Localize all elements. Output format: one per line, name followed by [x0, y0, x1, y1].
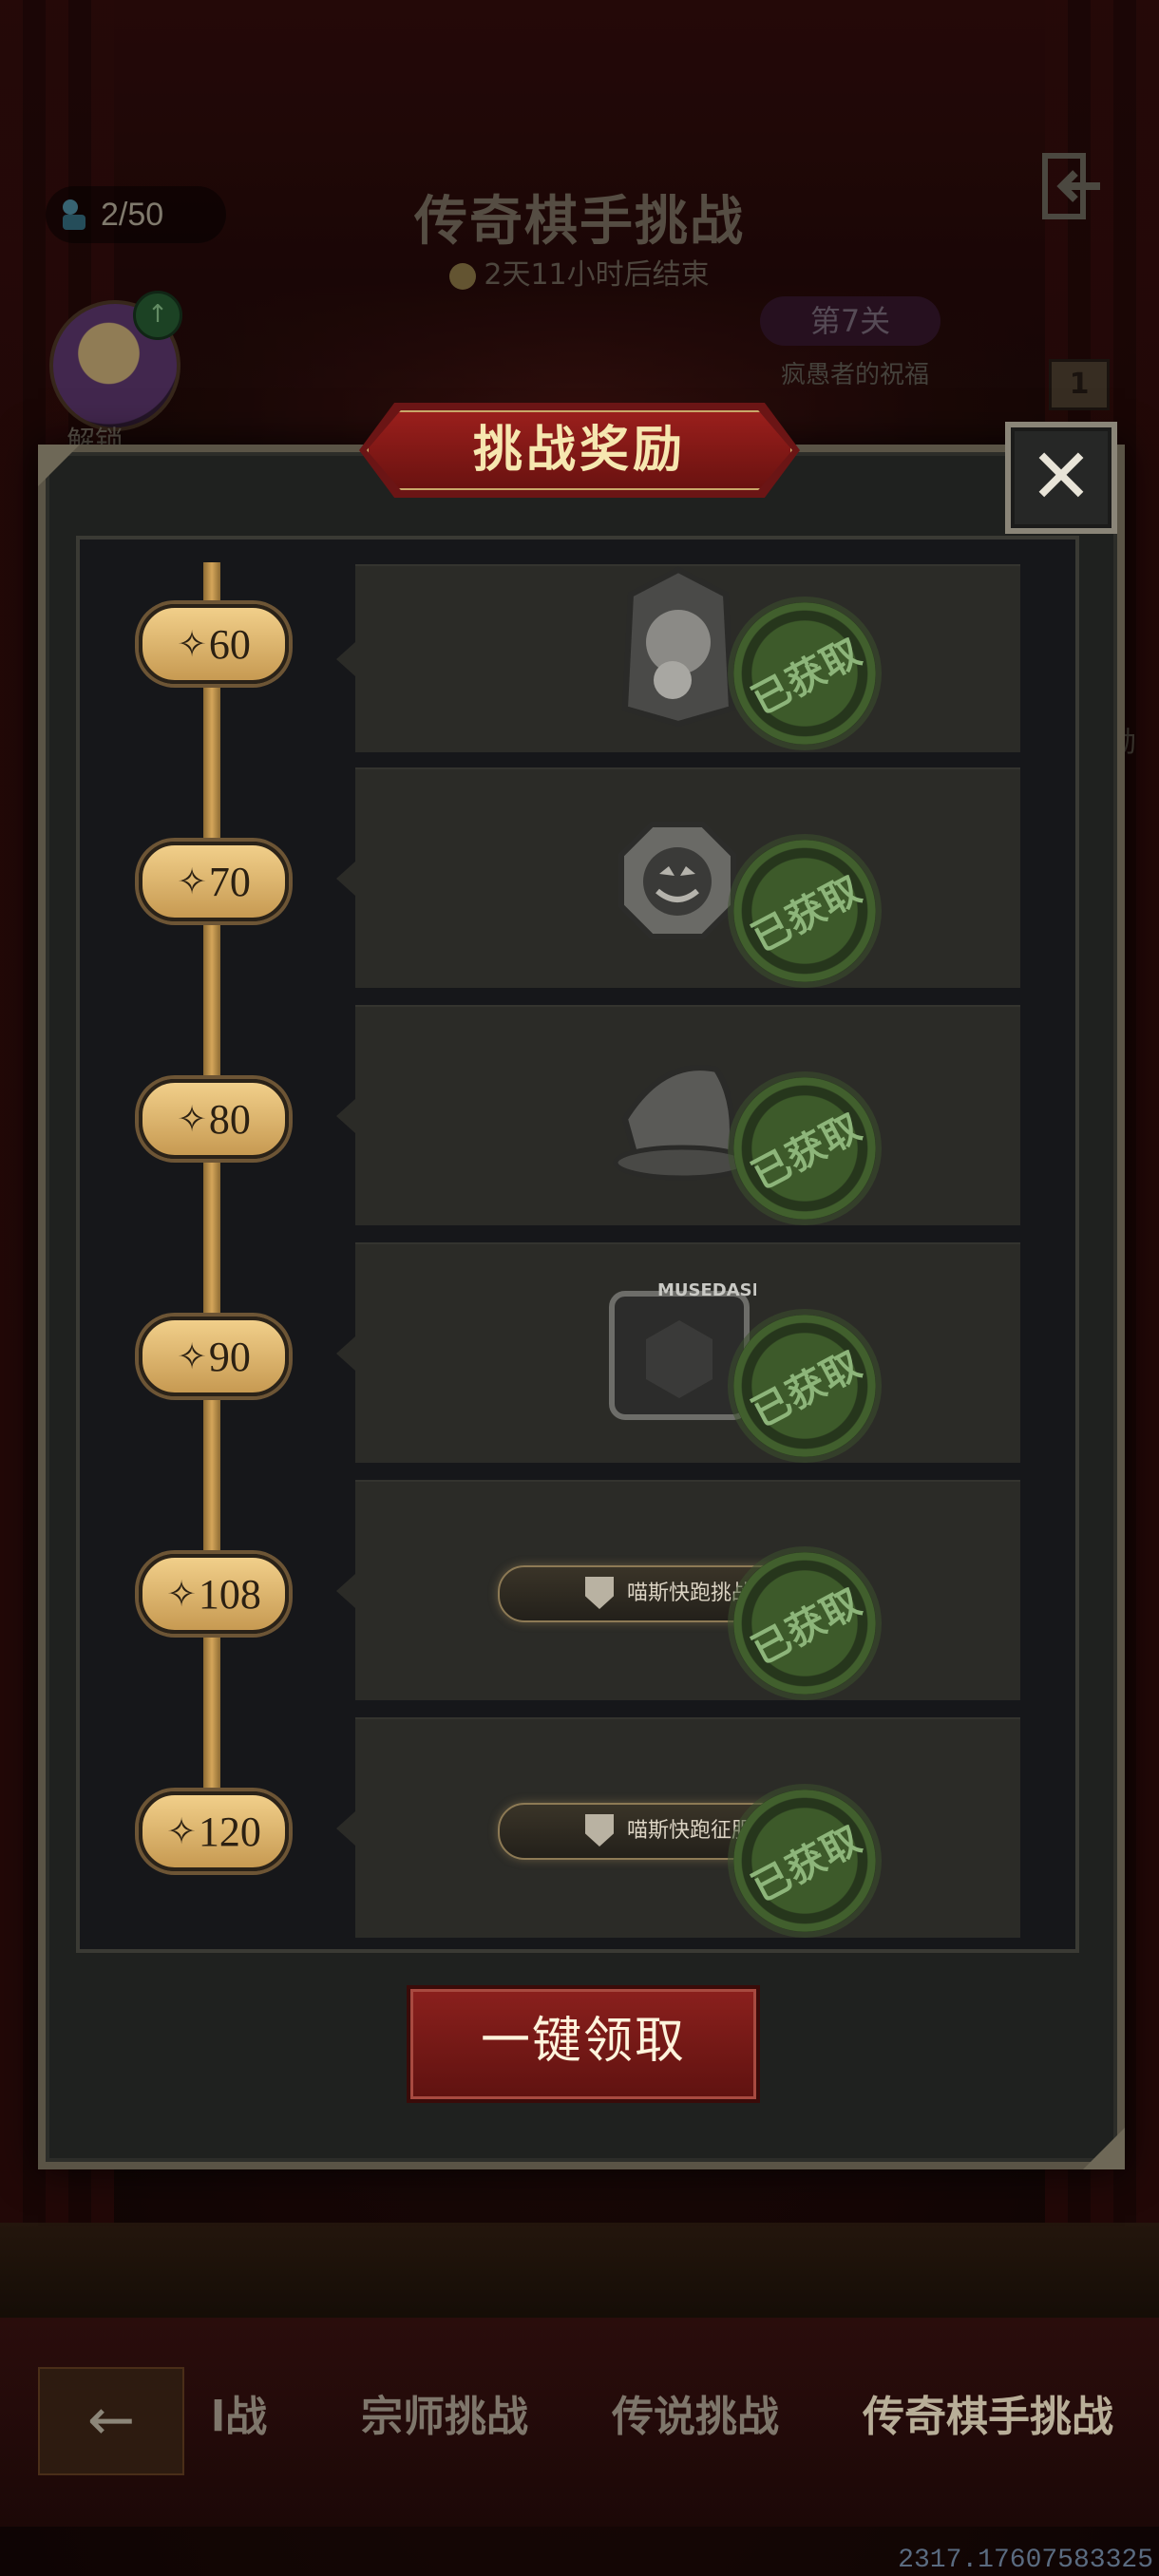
tab-legend-challenge[interactable]: 传说挑战: [612, 2375, 779, 2460]
star-icon: ✧: [177, 1098, 207, 1140]
claim-all-label: 一键领取: [480, 2013, 686, 2070]
claimed-text: 已获取: [744, 1105, 868, 1199]
back-button[interactable]: ←: [38, 2367, 184, 2475]
milestone-value: 80: [208, 1095, 251, 1143]
claimed-text: 已获取: [744, 630, 868, 724]
milestone-badge: ✧ 90: [139, 1316, 289, 1396]
milestone-badge: ✧ 108: [139, 1554, 289, 1634]
star-icon: ✧: [177, 861, 207, 902]
claimed-stamp: 已获取: [733, 1552, 876, 1695]
corner-decoration: [1083, 2128, 1125, 2169]
close-icon: ✕: [1029, 432, 1093, 521]
claimed-stamp: 已获取: [733, 1790, 876, 1932]
milestone-value: 60: [208, 620, 251, 668]
arrow-left-icon: ←: [86, 2387, 136, 2453]
tab-challenge[interactable]: l战: [211, 2375, 267, 2460]
uid-text: 2317.17607583325: [898, 2546, 1153, 2575]
claimed-text: 已获取: [744, 1580, 868, 1674]
witch-hat-icon: [613, 1065, 749, 1181]
musedash-frame-icon: MUSEDASH: [609, 1280, 756, 1420]
milestone-badge: ✧ 70: [139, 842, 289, 921]
star-icon: ✧: [166, 1573, 197, 1615]
modal-header: 挑战奖励: [359, 403, 800, 498]
milestone-value: 90: [208, 1333, 251, 1380]
frame-text: MUSEDASH: [657, 1280, 756, 1300]
milestone-badge: ✧ 80: [139, 1079, 289, 1159]
claimed-stamp: 已获取: [733, 602, 876, 745]
star-icon: ✧: [177, 1335, 207, 1377]
modal-title: 挑战奖励: [472, 422, 686, 479]
claimed-text: 已获取: [744, 867, 868, 961]
star-icon: ✧: [166, 1810, 197, 1852]
close-button[interactable]: ✕: [1005, 422, 1117, 534]
claim-all-button[interactable]: 一键领取: [407, 1985, 760, 2103]
claimed-stamp: 已获取: [733, 840, 876, 982]
shield-icon: [585, 1577, 614, 1609]
milestone-value: 108: [198, 1570, 261, 1618]
tab-legendary-chess-challenge[interactable]: 传奇棋手挑战: [863, 2375, 1113, 2460]
pumpkin-badge-icon: [618, 822, 736, 939]
claimed-text: 已获取: [744, 1342, 868, 1436]
star-icon: ✧: [177, 623, 207, 665]
progress-track: [203, 562, 220, 1826]
milestone-value: 120: [198, 1808, 261, 1855]
shield-icon: [585, 1814, 614, 1847]
character-card-icon: [621, 566, 735, 728]
milestone-badge: ✧ 120: [139, 1791, 289, 1871]
claimed-stamp: 已获取: [733, 1077, 876, 1220]
milestone-value: 70: [208, 858, 251, 905]
corner-decoration: [38, 445, 80, 486]
tab-master-challenge[interactable]: 宗师挑战: [361, 2375, 528, 2460]
milestone-badge: ✧ 60: [139, 604, 289, 684]
claimed-text: 已获取: [744, 1817, 868, 1911]
claimed-stamp: 已获取: [733, 1315, 876, 1457]
